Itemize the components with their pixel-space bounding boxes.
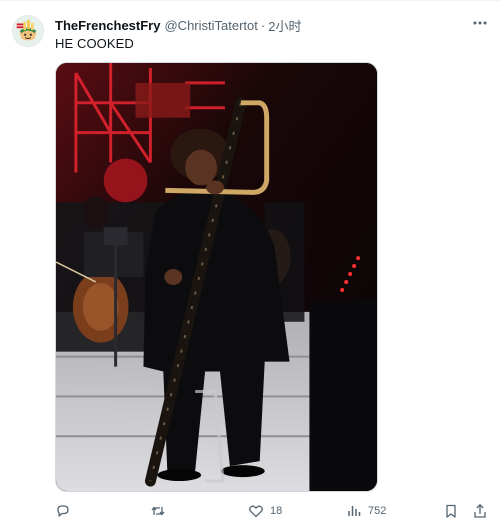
retweet-button[interactable] [150,502,166,520]
more-icon[interactable] [470,13,490,33]
video-frame [56,63,377,491]
reply-icon [57,505,69,517]
tweet-text: HE COOKED [55,36,134,51]
heart-icon [249,505,263,518]
share-button[interactable] [472,502,488,520]
tweet-video[interactable] [55,62,378,492]
views-icon [348,506,361,516]
display-name[interactable]: TheFrenchestFry [55,18,160,33]
view-count: 752 [368,505,387,517]
like-count: 18 [270,505,283,517]
like-button[interactable]: 18 [248,502,282,520]
reply-button[interactable] [55,502,71,520]
user-handle[interactable]: @ChristiTatertot [164,18,257,33]
bookmark-button[interactable] [443,502,459,520]
separator-dot: · [260,17,266,33]
views-button[interactable]: 752 [346,502,386,520]
bookmark-icon [446,504,456,518]
tweet-header: TheFrenchestFry @ChristiTatertot · 2小时 [55,15,301,35]
timestamp[interactable]: 2小时 [268,16,301,35]
retweet-icon [151,506,165,516]
action-bar: 18 752 [0,502,500,520]
avatar-image [13,16,43,46]
tweet-card[interactable]: TheFrenchestFry @ChristiTatertot · 2小时 H… [0,0,500,521]
avatar[interactable] [12,15,44,47]
share-icon [474,503,486,518]
